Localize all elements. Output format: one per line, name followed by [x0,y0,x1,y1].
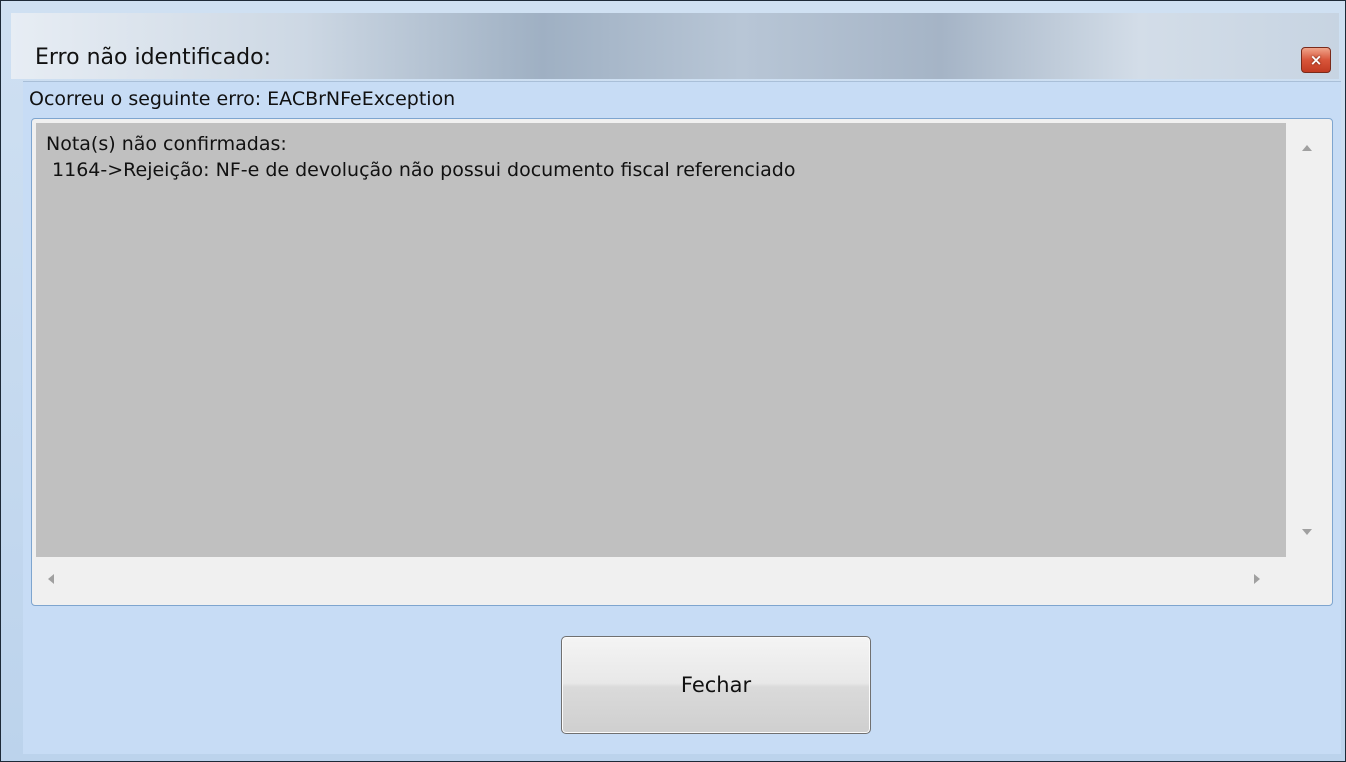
title-bar[interactable]: Erro não identificado: × [11,13,1339,79]
dialog-title: Erro não identificado: [35,45,272,70]
error-details-memo[interactable]: Nota(s) não confirmadas: 1164->Rejeição:… [31,118,1333,606]
error-summary: Ocorreu o seguinte erro: EACBrNFeExcepti… [29,88,456,110]
dialog-content: Ocorreu o seguinte erro: EACBrNFeExcepti… [23,81,1341,754]
fechar-button[interactable]: Fechar [561,636,871,734]
memo-line-1: Nota(s) não confirmadas: [46,133,287,155]
memo-line-2: 1164->Rejeição: NF-e de devolução não po… [46,159,796,181]
horizontal-scrollbar[interactable] [36,557,1286,601]
close-window-button[interactable]: × [1301,47,1331,73]
scroll-down-arrow-icon[interactable] [1302,529,1312,535]
scroll-up-arrow-icon[interactable] [1302,145,1312,151]
close-icon: × [1309,51,1323,69]
vertical-scrollbar[interactable] [1286,123,1330,557]
scroll-right-arrow-icon[interactable] [1254,574,1260,584]
scroll-left-arrow-icon[interactable] [48,574,54,584]
error-details-text[interactable]: Nota(s) não confirmadas: 1164->Rejeição:… [36,123,1286,557]
error-dialog: Erro não identificado: × Ocorreu o segui… [0,0,1346,762]
